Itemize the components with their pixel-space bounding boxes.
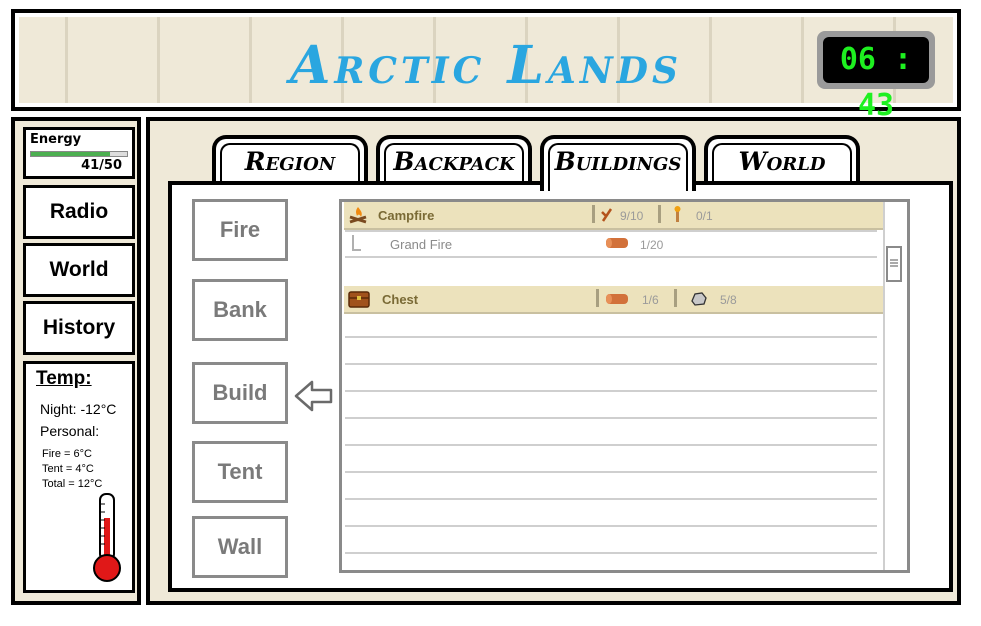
world-button[interactable]: World: [23, 243, 135, 297]
grand-fire-name: Grand Fire: [390, 237, 453, 252]
energy-value: 41/50: [81, 158, 122, 173]
list-divider: [345, 525, 877, 527]
chest-row[interactable]: Chest 1/6 5/8: [344, 286, 884, 314]
list-divider: [345, 256, 877, 258]
list-divider: [345, 363, 877, 365]
fire-button[interactable]: Fire: [192, 199, 288, 261]
tab-buildings[interactable]: Buildings: [540, 135, 696, 191]
list-divider: [345, 417, 877, 419]
chest-name: Chest: [382, 292, 419, 307]
chest-icon: [348, 291, 370, 308]
tab-backpack[interactable]: Backpack: [376, 135, 532, 187]
history-button[interactable]: History: [23, 301, 135, 355]
energy-label: Energy: [30, 132, 82, 147]
bank-button[interactable]: Bank: [192, 279, 288, 341]
list-divider: [345, 552, 877, 554]
energy-panel: Energy 41/50: [23, 127, 135, 179]
buildings-content: Fire Bank Build Tent Wall Campfire 9/10: [168, 181, 953, 592]
divider: [658, 205, 661, 223]
chest-req2: 5/8: [720, 293, 737, 307]
list-divider: [345, 230, 877, 232]
campfire-row[interactable]: Campfire 9/10 0/1: [344, 202, 884, 230]
wall-button[interactable]: Wall: [192, 516, 288, 578]
tent-button[interactable]: Tent: [192, 441, 288, 503]
clock-time: 06 : 43: [823, 37, 929, 123]
divider: [592, 205, 595, 223]
temp-fire: Fire = 6°C: [42, 448, 92, 460]
main-panel: Region Backpack Buildings World Fire Ban…: [146, 117, 961, 605]
sidebar: Energy 41/50 Radio World History Temp: N…: [11, 117, 141, 605]
temp-night: Night: -12°C: [40, 401, 117, 417]
scrollbar[interactable]: [883, 202, 905, 570]
torch-icon: [674, 206, 681, 222]
grand-fire-req: 1/20: [640, 238, 664, 252]
tree-branch-icon: [352, 235, 361, 251]
energy-bar: [30, 151, 128, 157]
scroll-thumb[interactable]: [886, 246, 902, 282]
tab-region[interactable]: Region: [212, 135, 368, 187]
log-icon: [606, 238, 628, 248]
divider: [674, 289, 677, 307]
list-divider: [345, 471, 877, 473]
temp-title: Temp:: [36, 368, 92, 389]
temperature-panel: Temp: Night: -12°C Personal: Fire = 6°C …: [23, 361, 135, 593]
temp-total: Total = 12°C: [42, 478, 103, 490]
header-background: Arctic Lands 06 : 43: [19, 17, 953, 123]
stick-icon: [601, 208, 613, 222]
radio-button[interactable]: Radio: [23, 185, 135, 239]
campfire-req2: 0/1: [696, 209, 713, 223]
tab-world[interactable]: World: [704, 135, 860, 187]
grip-icon: [890, 259, 898, 267]
campfire-name: Campfire: [378, 208, 435, 223]
clock-display: 06 : 43: [817, 31, 935, 123]
build-button[interactable]: Build: [192, 362, 288, 424]
tab-buildings-inner: [548, 143, 688, 191]
buildings-list[interactable]: Campfire 9/10 0/1 Grand Fire 1/20 Chest …: [339, 199, 910, 573]
campfire-req1: 9/10: [620, 209, 644, 223]
temp-tent: Tent = 4°C: [42, 463, 94, 475]
list-divider: [345, 336, 877, 338]
energy-bar-fill: [31, 152, 110, 156]
divider: [596, 289, 599, 307]
temp-personal: Personal:: [40, 423, 100, 439]
chest-req1: 1/6: [642, 293, 659, 307]
list-divider: [345, 498, 877, 500]
arrow-left-icon: [294, 380, 333, 412]
thermometer-icon: [93, 493, 121, 582]
stone-icon: [691, 292, 707, 306]
list-divider: [345, 390, 877, 392]
game-title: Arctic Lands: [290, 35, 682, 96]
campfire-icon: [349, 207, 367, 224]
log-icon: [606, 294, 628, 304]
list-divider: [345, 444, 877, 446]
header-banner: Arctic Lands 06 : 43: [11, 9, 961, 123]
